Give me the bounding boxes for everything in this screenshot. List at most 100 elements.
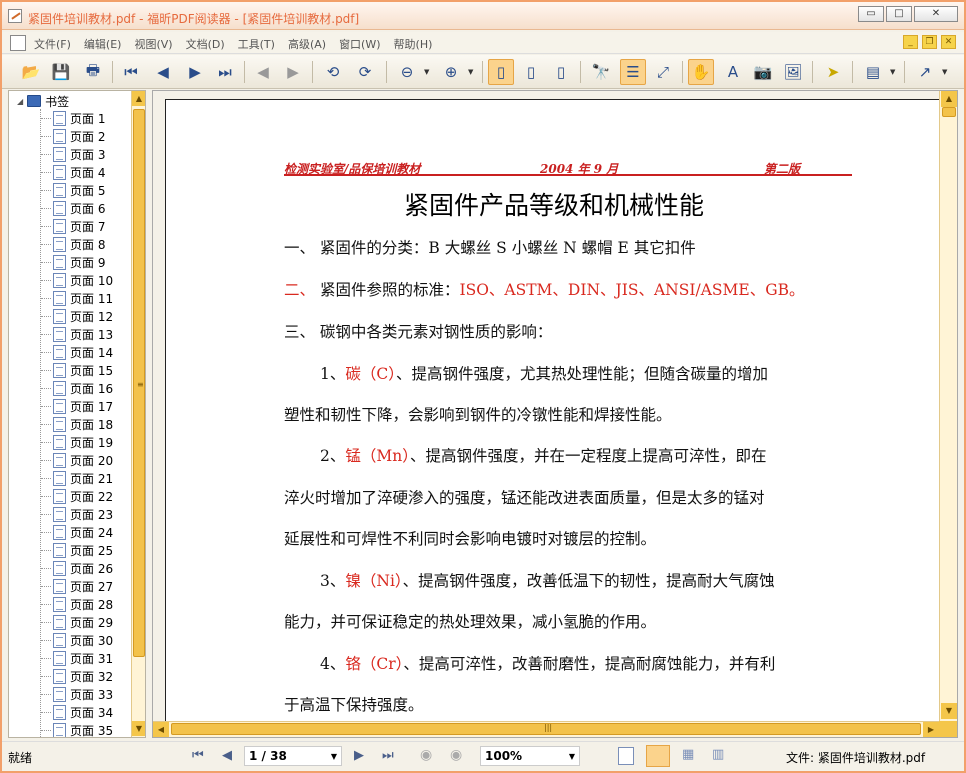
save-icon[interactable]: 💾	[48, 59, 74, 85]
arrow-tool-icon[interactable]: ↗	[912, 59, 938, 85]
rotate-left-icon[interactable]: ⟲	[320, 59, 346, 85]
menu-item[interactable]: 文件(F)	[34, 36, 71, 52]
bookmark-item[interactable]: 页面 11	[41, 289, 113, 307]
bookmark-item[interactable]: 页面 1	[41, 109, 113, 127]
bookmark-item[interactable]: 页面 31	[41, 649, 113, 667]
bookmark-item[interactable]: 页面 17	[41, 397, 113, 415]
find-icon[interactable]: 🔭	[588, 59, 614, 85]
bookmark-item[interactable]: 页面 23	[41, 505, 113, 523]
status-next-page-icon[interactable]: ▶	[354, 748, 364, 763]
print-icon[interactable]: 🖶	[80, 59, 106, 85]
previous-page-icon[interactable]: ◀	[150, 59, 176, 85]
vertical-scroll-thumb[interactable]	[942, 107, 956, 117]
doc-close-button[interactable]: ✕	[941, 35, 956, 49]
page-dropdown-icon[interactable]: ▼	[331, 752, 337, 761]
fit-width-icon[interactable]: ⤢	[650, 59, 676, 85]
forward-icon[interactable]: ▶	[280, 59, 306, 85]
bookmark-panel-icon[interactable]: ☰	[620, 59, 646, 85]
bookmark-item[interactable]: 页面 3	[41, 145, 113, 163]
bookmark-item[interactable]: 页面 15	[41, 361, 113, 379]
bookmark-item[interactable]: 页面 25	[41, 541, 113, 559]
minimize-button[interactable]: ▭	[858, 6, 884, 22]
bookmark-item[interactable]: 页面 22	[41, 487, 113, 505]
bookmark-item[interactable]: 页面 13	[41, 325, 113, 343]
bookmark-item[interactable]: 页面 21	[41, 469, 113, 487]
continuous-page-icon[interactable]: ▯	[518, 59, 544, 85]
bookmark-item[interactable]: 页面 6	[41, 199, 113, 217]
bookmark-item[interactable]: 页面 10	[41, 271, 113, 289]
status-previous-page-icon[interactable]: ◀	[222, 748, 232, 763]
bookmark-item[interactable]: 页面 8	[41, 235, 113, 253]
bookmarks-root[interactable]: ◢ 书签	[17, 93, 69, 109]
bookmark-item[interactable]: 页面 2	[41, 127, 113, 145]
bookmark-item[interactable]: 页面 4	[41, 163, 113, 181]
maximize-button[interactable]: □	[886, 6, 912, 22]
zoom-in-dropdown-icon[interactable]: ▼	[468, 68, 473, 76]
bookmarks-scrollbar[interactable]: ▲ ≡ ▼	[131, 91, 145, 737]
snapshot-icon[interactable]: 📷	[750, 59, 776, 85]
status-forward-icon[interactable]: ◉	[450, 747, 462, 763]
scroll-down-icon[interactable]: ▼	[132, 721, 145, 736]
annotation-icon[interactable]: ▤	[860, 59, 886, 85]
horizontal-scrollbar[interactable]: ◀ ||| ▶	[153, 721, 939, 737]
bookmark-item[interactable]: 页面 33	[41, 685, 113, 703]
bookmark-item[interactable]: 页面 19	[41, 433, 113, 451]
select-icon[interactable]: ➤	[820, 59, 846, 85]
status-facing-icon[interactable]: ▦	[682, 747, 694, 762]
bookmark-item[interactable]: 页面 24	[41, 523, 113, 541]
status-facing-continuous-icon[interactable]: ▥	[712, 747, 724, 762]
text-select-icon[interactable]: A	[720, 59, 746, 85]
single-page-icon[interactable]: ▯	[488, 59, 514, 85]
bookmark-item[interactable]: 页面 27	[41, 577, 113, 595]
bookmark-item[interactable]: 页面 14	[41, 343, 113, 361]
menu-item[interactable]: 帮助(H)	[394, 36, 433, 52]
open-icon[interactable]: 📂	[18, 59, 44, 85]
vertical-scrollbar[interactable]: ▲ ▼	[939, 91, 957, 721]
horizontal-scroll-thumb[interactable]: |||	[171, 723, 921, 735]
bookmark-item[interactable]: 页面 9	[41, 253, 113, 271]
zoom-field[interactable]: 100% ▼	[480, 746, 580, 766]
bookmark-item[interactable]: 页面 5	[41, 181, 113, 199]
page-number-field[interactable]: 1 / 38 ▼	[244, 746, 342, 766]
scroll-down-icon[interactable]: ▼	[941, 703, 957, 719]
zoom-in-icon[interactable]: ⊕	[438, 59, 464, 85]
facing-page-icon[interactable]: ▯	[548, 59, 574, 85]
last-page-icon[interactable]: ⏭	[212, 59, 238, 85]
bookmark-item[interactable]: 页面 29	[41, 613, 113, 631]
zoom-out-icon[interactable]: ⊖	[394, 59, 420, 85]
scroll-left-icon[interactable]: ◀	[153, 722, 169, 737]
pdf-page[interactable]: 检测实验室/品保培训教材 2004 年 9 月 第二版 紧固件产品等级和机械性能…	[165, 99, 941, 737]
back-icon[interactable]: ◀	[250, 59, 276, 85]
document-viewer[interactable]: 检测实验室/品保培训教材 2004 年 9 月 第二版 紧固件产品等级和机械性能…	[152, 90, 958, 738]
next-page-icon[interactable]: ▶	[182, 59, 208, 85]
bookmark-item[interactable]: 页面 34	[41, 703, 113, 721]
status-back-icon[interactable]: ◉	[420, 747, 432, 763]
bookmark-item[interactable]: 页面 35	[41, 721, 113, 737]
rotate-right-icon[interactable]: ⟳	[352, 59, 378, 85]
bookmark-item[interactable]: 页面 12	[41, 307, 113, 325]
bookmark-item[interactable]: 页面 28	[41, 595, 113, 613]
arrow-tool-dropdown-icon[interactable]: ▼	[942, 68, 947, 76]
menu-item[interactable]: 高级(A)	[288, 36, 326, 52]
annotation-dropdown-icon[interactable]: ▼	[890, 68, 895, 76]
menu-item[interactable]: 窗口(W)	[339, 36, 380, 52]
bookmark-item[interactable]: 页面 30	[41, 631, 113, 649]
doc-restore-button[interactable]: ❐	[922, 35, 937, 49]
bookmark-item[interactable]: 页面 32	[41, 667, 113, 685]
scroll-right-icon[interactable]: ▶	[923, 722, 939, 737]
scroll-up-icon[interactable]: ▲	[941, 91, 957, 107]
bookmark-item[interactable]: 页面 7	[41, 217, 113, 235]
bookmark-item[interactable]: 页面 18	[41, 415, 113, 433]
bookmark-item[interactable]: 页面 16	[41, 379, 113, 397]
bookmark-item[interactable]: 页面 20	[41, 451, 113, 469]
image-select-icon[interactable]: 🖼	[780, 59, 806, 85]
menu-item[interactable]: 视图(V)	[134, 36, 172, 52]
status-single-page-icon[interactable]	[618, 747, 634, 765]
zoom-out-dropdown-icon[interactable]: ▼	[424, 68, 429, 76]
bookmarks-scroll-thumb[interactable]: ≡	[133, 109, 145, 657]
status-first-page-icon[interactable]: ⏮	[192, 748, 204, 763]
zoom-dropdown-icon[interactable]: ▼	[569, 752, 575, 761]
first-page-icon[interactable]: ⏮	[118, 59, 144, 85]
hand-tool-icon[interactable]: ✋	[688, 59, 714, 85]
status-continuous-icon[interactable]	[646, 745, 670, 767]
